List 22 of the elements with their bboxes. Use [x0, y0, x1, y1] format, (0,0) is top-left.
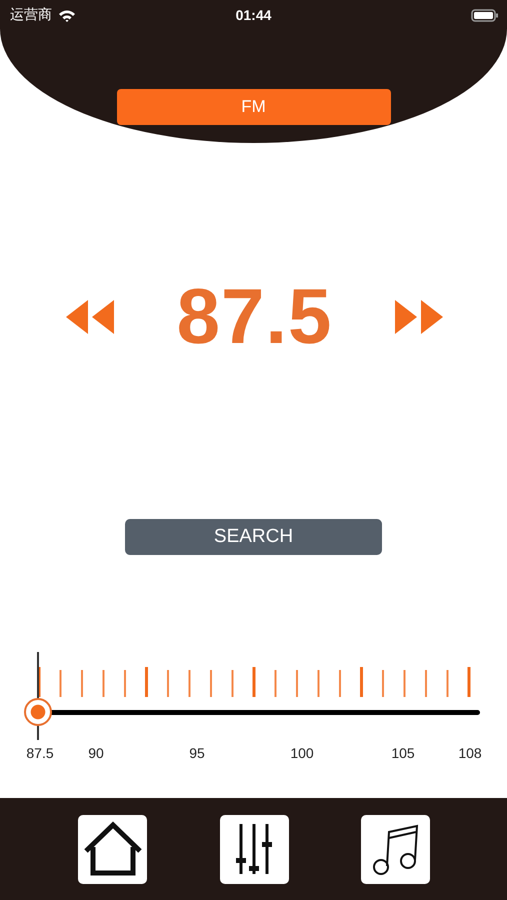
scale-label: 100: [290, 745, 314, 761]
frequency-readout: 87.5: [176, 271, 332, 362]
scale-label: 95: [189, 745, 205, 761]
tab-button[interactable]: [220, 814, 288, 884]
tab-button[interactable]: [361, 814, 430, 884]
search-button[interactable]: SEARCH: [125, 519, 382, 555]
wifi-icon: [58, 8, 76, 22]
music-note-icon: [370, 822, 420, 876]
scale-label: 90: [88, 745, 104, 761]
rewind-icon[interactable]: [66, 300, 114, 334]
home-icon: [84, 821, 142, 877]
tuning-slider[interactable]: [24, 652, 480, 740]
slider-thumb[interactable]: [24, 698, 52, 726]
battery-icon: [471, 8, 499, 22]
status-time: 01:44: [236, 7, 272, 23]
scale-label: 108: [458, 745, 482, 761]
fast-forward-icon[interactable]: [395, 300, 443, 334]
scale-label: 87.5: [26, 745, 54, 761]
scale-label: 105: [391, 745, 415, 761]
equalizer-icon: [234, 822, 274, 876]
tab-button[interactable]: [78, 814, 147, 884]
carrier-name: 运营商: [10, 6, 52, 24]
